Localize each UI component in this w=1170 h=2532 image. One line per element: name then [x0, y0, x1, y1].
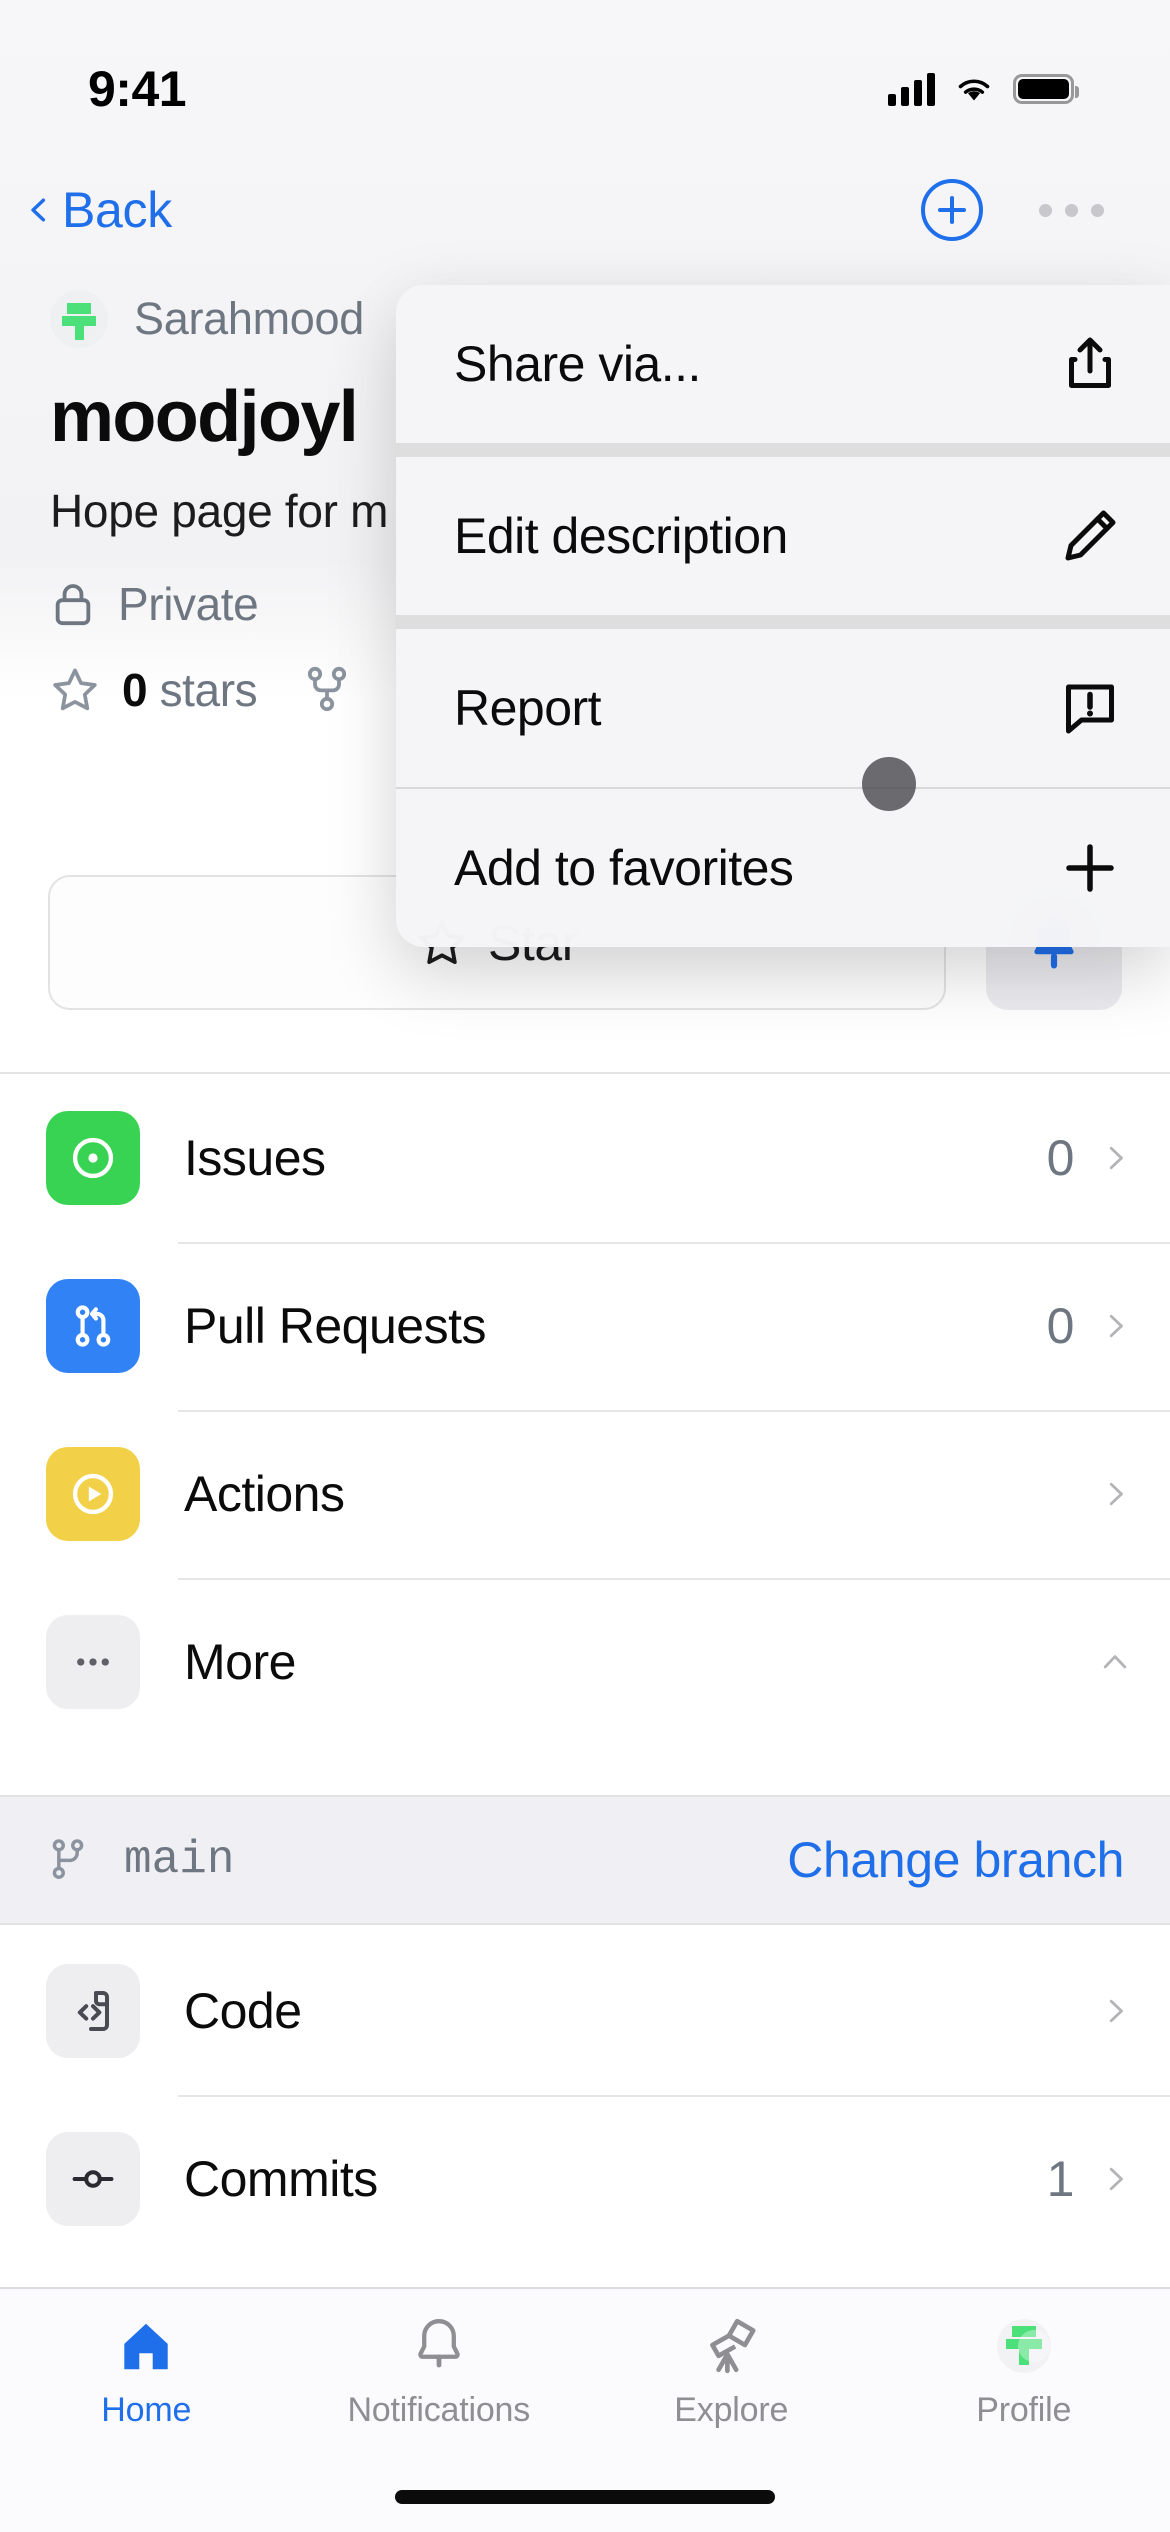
list-item-code[interactable]: Code	[0, 1927, 1170, 2095]
git-pull-request-icon	[46, 1279, 140, 1373]
branch-name: main	[124, 1834, 235, 1886]
tab-label: Home	[101, 2391, 192, 2429]
tab-bar: Home Notifications Explore Profile	[0, 2287, 1170, 2532]
file-code-icon	[46, 1964, 140, 2058]
visibility-label: Private	[118, 578, 259, 630]
star-icon	[53, 668, 97, 711]
stars-count: 0 stars	[122, 664, 258, 716]
change-branch-button[interactable]: Change branch	[787, 1831, 1124, 1889]
bell-icon	[418, 2319, 460, 2368]
list-item-label: Code	[184, 1983, 302, 2039]
list-item-label: Pull Requests	[184, 1298, 486, 1354]
tab-label: Profile	[976, 2391, 1072, 2429]
list-item-count: 0	[1046, 1130, 1075, 1186]
chevron-right-icon	[1109, 2167, 1123, 2191]
tab-label: Notifications	[347, 2391, 531, 2429]
app-screen: 9:41 Back Sarahmood moodjoyl Hope page f…	[0, 0, 1170, 2532]
list-item-count: 0	[1046, 1298, 1075, 1354]
list-item-count: 1	[1046, 2151, 1075, 2207]
ellipsis-icon[interactable]	[1039, 203, 1104, 217]
context-menu-label: Edit description	[454, 508, 788, 564]
context-menu-item-edit-description[interactable]: Edit description	[396, 457, 1170, 615]
list-item-label: Actions	[184, 1466, 345, 1522]
nav-actions	[921, 179, 1104, 241]
tab-notifications[interactable]: Notifications	[293, 2315, 586, 2430]
touch-cursor-indicator	[862, 757, 916, 811]
chevron-right-icon	[1109, 1314, 1123, 1338]
back-label: Back	[62, 182, 172, 238]
list-item-label: Issues	[184, 1130, 326, 1186]
cellular-bars-icon	[888, 72, 935, 106]
chevron-left-icon	[31, 198, 46, 222]
pencil-icon	[1065, 510, 1116, 561]
battery-icon	[1013, 74, 1079, 104]
status-bar: 9:41	[0, 0, 1170, 150]
context-menu-item-report[interactable]: Report	[396, 629, 1170, 787]
status-indicators	[888, 72, 1079, 106]
issue-opened-icon	[46, 1111, 140, 1205]
tab-home[interactable]: Home	[0, 2315, 293, 2430]
list-item-more[interactable]: More	[0, 1578, 1170, 1746]
back-button[interactable]: Back	[26, 181, 172, 239]
list-item-label: Commits	[184, 2151, 378, 2207]
context-menu-label: Add to favorites	[454, 840, 794, 896]
navigation-bar: Back	[0, 150, 1170, 270]
profile-avatar-icon	[996, 2319, 1051, 2373]
context-menu-separator	[396, 443, 1170, 457]
tab-profile[interactable]: Profile	[878, 2315, 1170, 2430]
branch-selector-bar: main Change branch	[0, 1795, 1170, 1925]
branch-sections-list: Code Commits 1	[0, 1927, 1170, 2263]
branch-icon	[52, 1839, 84, 1879]
list-item-commits[interactable]: Commits 1	[0, 2095, 1170, 2263]
ellipsis-icon	[46, 1615, 140, 1709]
telescope-icon	[710, 2318, 756, 2374]
list-item-pull-requests[interactable]: Pull Requests 0	[0, 1242, 1170, 1410]
plus-icon	[1066, 844, 1114, 892]
context-menu-label: Report	[454, 680, 602, 736]
plus-circle-icon[interactable]	[921, 179, 983, 241]
home-indicator	[395, 2490, 775, 2504]
chevron-up-icon	[1103, 1655, 1127, 1669]
fork-icon	[308, 666, 347, 712]
play-circle-icon	[46, 1447, 140, 1541]
owner-name: Sarahmood	[134, 293, 364, 344]
github-avatar-icon	[50, 290, 108, 348]
status-time: 9:41	[88, 61, 187, 117]
home-icon	[124, 2323, 168, 2370]
tab-explore[interactable]: Explore	[585, 2315, 878, 2430]
list-item-issues[interactable]: Issues 0	[0, 1074, 1170, 1242]
chevron-right-icon	[1109, 1999, 1123, 2023]
list-item-actions[interactable]: Actions	[0, 1410, 1170, 1578]
context-menu-item-share[interactable]: Share via...	[396, 285, 1170, 443]
context-menu-label: Share via...	[454, 336, 701, 392]
list-item-label: More	[184, 1634, 296, 1690]
chevron-right-icon	[1109, 1482, 1123, 1506]
context-menu: Share via... Edit description Report Add…	[396, 285, 1170, 947]
chevron-right-icon	[1109, 1146, 1123, 1170]
context-menu-item-add-to-favorites[interactable]: Add to favorites	[396, 789, 1170, 947]
share-icon	[1069, 337, 1111, 388]
git-commit-icon	[46, 2132, 140, 2226]
lock-icon	[55, 584, 91, 626]
tab-label: Explore	[674, 2391, 789, 2429]
repo-sections-list: Issues 0 Pull Requests 0 Actions More	[0, 1072, 1170, 1746]
wifi-icon	[958, 79, 990, 101]
context-menu-separator	[396, 615, 1170, 629]
report-comment-icon	[1066, 684, 1114, 734]
